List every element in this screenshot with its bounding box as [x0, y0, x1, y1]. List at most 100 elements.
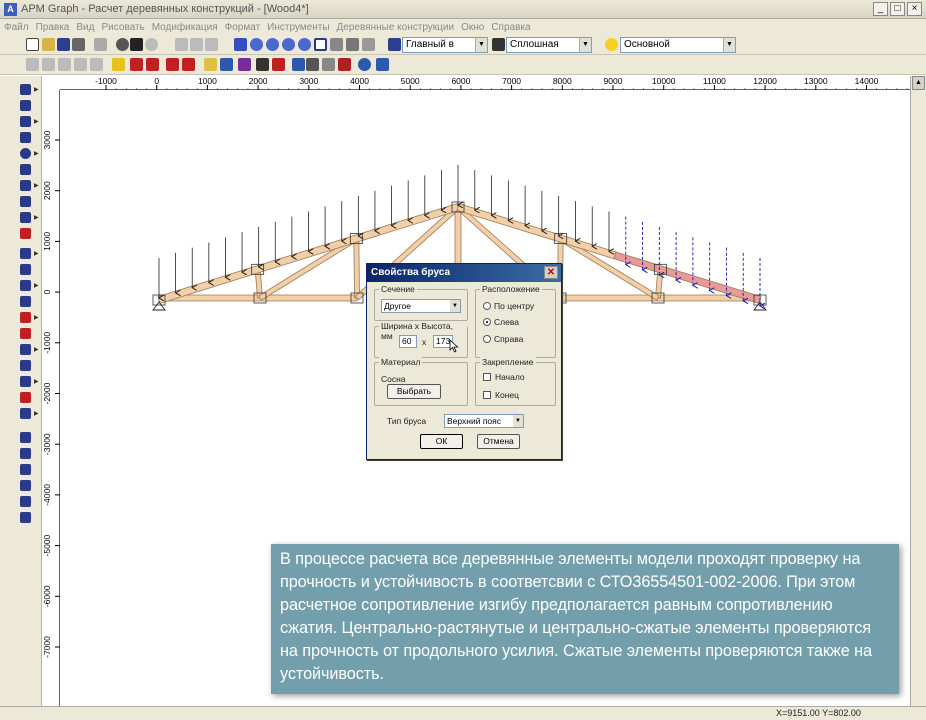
break-icon[interactable]: [20, 480, 31, 491]
force-icon[interactable]: [130, 58, 143, 71]
vertical-scrollbar[interactable]: ▲: [910, 76, 926, 710]
target-icon[interactable]: [358, 58, 371, 71]
linetype-combo[interactable]: Сплошная ▼: [506, 37, 592, 53]
cursor-icon[interactable]: [220, 58, 233, 71]
layout-icon[interactable]: [42, 58, 55, 71]
fillet-icon[interactable]: [20, 360, 31, 371]
moment-icon[interactable]: [238, 58, 251, 71]
array-icon[interactable]: [20, 312, 31, 323]
section-select[interactable]: Другое ▼: [381, 299, 461, 313]
stress-icon[interactable]: [322, 58, 335, 71]
distributed-load-icon[interactable]: [182, 58, 195, 71]
maximize-button[interactable]: □: [890, 2, 905, 16]
results-icon[interactable]: [292, 58, 305, 71]
redo-icon[interactable]: [145, 38, 158, 51]
width-input[interactable]: 60: [399, 335, 417, 348]
arc-icon[interactable]: [20, 100, 31, 111]
lightbulb-icon[interactable]: [605, 38, 618, 51]
fixing-end-checkbox[interactable]: [483, 391, 491, 399]
line-icon[interactable]: [20, 84, 31, 95]
menu-help[interactable]: Справка: [491, 22, 530, 33]
menu-window[interactable]: Окно: [461, 22, 484, 33]
pan-icon[interactable]: [234, 38, 247, 51]
close-button[interactable]: ×: [907, 2, 922, 16]
rect-icon[interactable]: [20, 212, 31, 223]
support-icon[interactable]: [166, 58, 179, 71]
undo-dropdown-icon[interactable]: [130, 38, 143, 51]
delete-icon[interactable]: [20, 328, 31, 339]
calculator-icon[interactable]: [256, 58, 269, 71]
stretch-icon[interactable]: [20, 464, 31, 475]
placement-right-radio[interactable]: [483, 335, 491, 343]
map-icon[interactable]: [338, 58, 351, 71]
block-icon[interactable]: [58, 58, 71, 71]
table-icon[interactable]: [26, 58, 39, 71]
chamfer-icon[interactable]: [20, 344, 31, 355]
layer-combo[interactable]: Главный в ▼: [402, 37, 488, 53]
report-icon[interactable]: [306, 58, 319, 71]
rotate-icon[interactable]: [20, 392, 31, 403]
zoom-extents-icon[interactable]: [314, 38, 327, 51]
scroll-up-icon[interactable]: ▲: [912, 76, 925, 90]
menu-view[interactable]: Вид: [76, 22, 94, 33]
zoom-out-icon[interactable]: [266, 38, 279, 51]
layers-icon[interactable]: [388, 38, 401, 51]
ok-button[interactable]: ОК: [420, 434, 463, 449]
menu-file[interactable]: Файл: [4, 22, 29, 33]
align-icon[interactable]: [20, 512, 31, 523]
copy-icon[interactable]: [190, 38, 203, 51]
save-icon[interactable]: [57, 38, 70, 51]
menu-wood[interactable]: Деревянные конструкции: [337, 22, 455, 33]
open-folder-icon[interactable]: [42, 38, 55, 51]
scale-icon[interactable]: [20, 376, 31, 387]
cancel-button[interactable]: Отмена: [477, 434, 520, 449]
menu-format[interactable]: Формат: [225, 22, 261, 33]
fixing-start-checkbox[interactable]: [483, 373, 491, 381]
menu-modify[interactable]: Модификация: [152, 22, 218, 33]
placement-left-radio[interactable]: [483, 318, 491, 326]
text-icon[interactable]: [20, 164, 31, 175]
dialog-close-button[interactable]: ✕: [544, 266, 558, 279]
zoom-window-icon[interactable]: [282, 38, 295, 51]
print-icon[interactable]: [72, 38, 85, 51]
extend-icon[interactable]: [20, 264, 31, 275]
properties-icon[interactable]: [330, 38, 343, 51]
trim-icon[interactable]: [20, 248, 31, 259]
menu-edit[interactable]: Правка: [36, 22, 70, 33]
minimize-button[interactable]: _: [873, 2, 888, 16]
new-file-icon[interactable]: [26, 38, 39, 51]
circle-icon[interactable]: [20, 132, 31, 143]
menu-draw[interactable]: Рисовать: [101, 22, 144, 33]
move-icon[interactable]: [20, 408, 31, 419]
mirror-icon[interactable]: [20, 296, 31, 307]
paste-icon[interactable]: [205, 38, 218, 51]
choose-material-button[interactable]: Выбрать: [387, 384, 441, 399]
style-combo[interactable]: Основной ▼: [620, 37, 736, 53]
hatch-icon[interactable]: [20, 180, 31, 191]
join-icon[interactable]: [20, 496, 31, 507]
dimension-icon[interactable]: [20, 196, 31, 207]
ellipse-icon[interactable]: [20, 148, 31, 159]
crosshair-icon[interactable]: [376, 58, 389, 71]
deflection-icon[interactable]: [272, 58, 285, 71]
preview-icon[interactable]: [94, 38, 107, 51]
dialog-title-bar[interactable]: Свойства бруса ✕: [367, 264, 561, 282]
hinge-icon[interactable]: [146, 58, 159, 71]
offset-icon[interactable]: [20, 280, 31, 291]
linetype-icon[interactable]: [492, 38, 505, 51]
undo-icon[interactable]: [116, 38, 129, 51]
polyline-icon[interactable]: [20, 116, 31, 127]
export-icon[interactable]: [90, 58, 103, 71]
copy-object-icon[interactable]: [20, 432, 31, 443]
explode-icon[interactable]: [20, 448, 31, 459]
beam-type-select[interactable]: Верхний пояс ▼: [444, 414, 524, 428]
placement-center-radio[interactable]: [483, 302, 491, 310]
zoom-in-icon[interactable]: [250, 38, 263, 51]
cut-icon[interactable]: [175, 38, 188, 51]
grid-icon[interactable]: [346, 38, 359, 51]
zoom-all-icon[interactable]: [298, 38, 311, 51]
snap-icon[interactable]: [362, 38, 375, 51]
insert-icon[interactable]: [74, 58, 87, 71]
menu-tools[interactable]: Инструменты: [267, 22, 329, 33]
beam-icon[interactable]: [204, 58, 217, 71]
